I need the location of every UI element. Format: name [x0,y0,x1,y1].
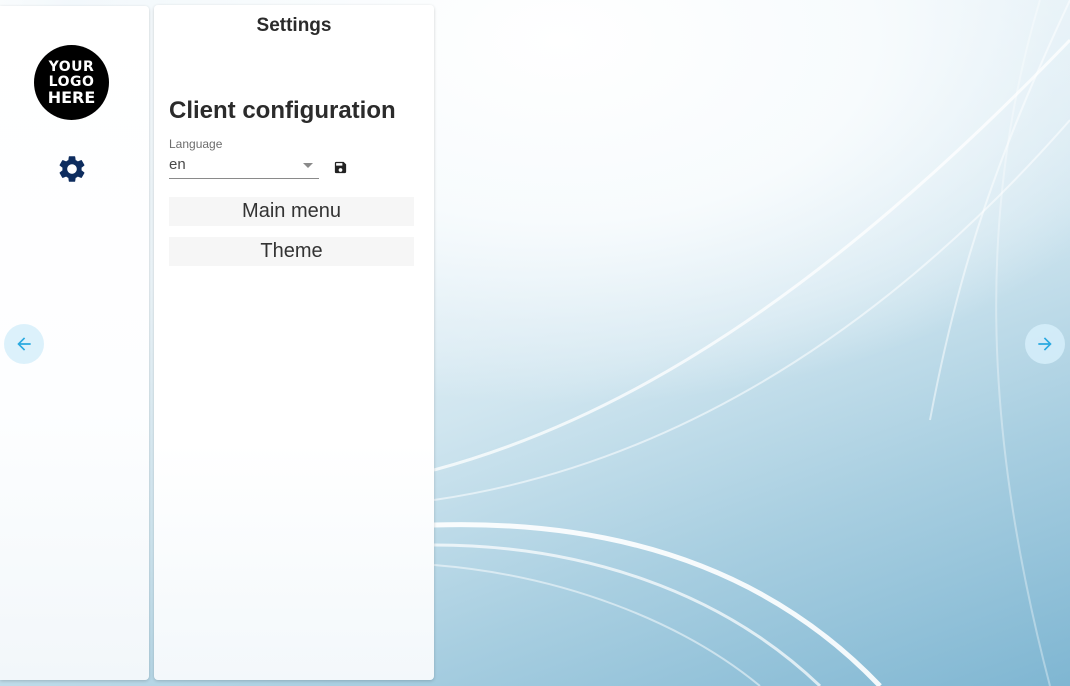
panel-title: Settings [256,15,332,36]
language-label: Language [169,137,223,151]
language-select[interactable]: en [169,155,319,179]
main-menu-button[interactable]: Main menu [169,197,414,226]
logo-line-3: HERE [47,88,96,107]
arrow-left-icon [17,337,31,351]
previous-button[interactable] [4,324,44,364]
language-value: en [169,156,186,173]
company-logo: YOUR LOGO HERE [34,45,109,120]
floppy-disk-icon[interactable] [333,160,348,175]
logo-line-1: YOUR [48,59,95,75]
theme-button[interactable]: Theme [169,237,414,266]
chevron-down-icon [303,163,313,168]
section-title: Client configuration [169,97,396,124]
gear-icon[interactable] [56,153,88,185]
settings-panel: Settings Client configuration Language e… [154,5,434,680]
next-button[interactable] [1025,324,1065,364]
arrow-right-icon [1038,337,1052,351]
